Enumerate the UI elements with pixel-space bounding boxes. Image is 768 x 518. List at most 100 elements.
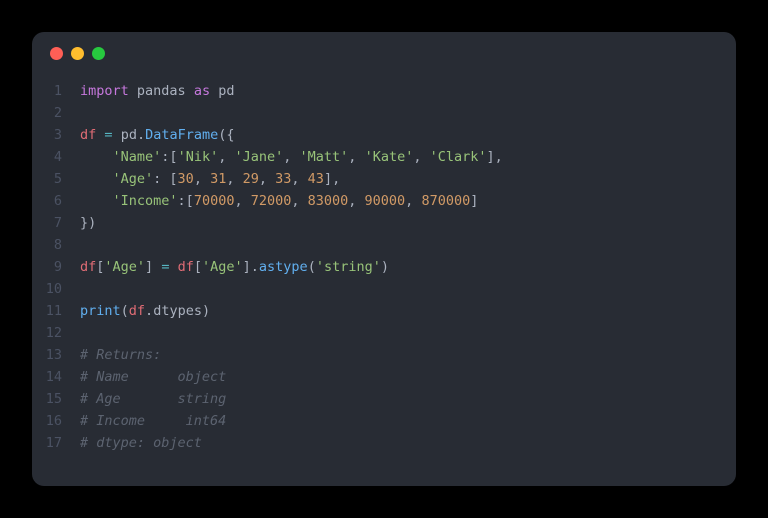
close-icon[interactable] bbox=[50, 47, 63, 60]
code-area: 1import pandas as pd23df = pd.DataFrame(… bbox=[32, 74, 736, 468]
token: , bbox=[348, 193, 364, 209]
code-content: print(df.dtypes) bbox=[80, 300, 210, 322]
token: DataFrame bbox=[145, 127, 218, 143]
token: df bbox=[80, 127, 96, 143]
token: ( bbox=[308, 259, 316, 275]
token: , bbox=[291, 171, 307, 187]
code-line: 1import pandas as pd bbox=[32, 80, 736, 102]
token: astype bbox=[259, 259, 308, 275]
token: 'Age' bbox=[113, 171, 154, 187]
line-number: 1 bbox=[32, 80, 80, 102]
line-number: 11 bbox=[32, 300, 80, 322]
line-number: 6 bbox=[32, 190, 80, 212]
token: print bbox=[80, 303, 121, 319]
token: 'Name' bbox=[113, 149, 162, 165]
line-number: 3 bbox=[32, 124, 80, 146]
token: , bbox=[291, 193, 307, 209]
minimize-icon[interactable] bbox=[71, 47, 84, 60]
token: # dtype: object bbox=[80, 435, 202, 451]
token bbox=[80, 193, 113, 209]
line-number: 15 bbox=[32, 388, 80, 410]
token: pd bbox=[121, 127, 137, 143]
token: , bbox=[259, 171, 275, 187]
code-window: 1import pandas as pd23df = pd.DataFrame(… bbox=[32, 32, 736, 486]
token: ({ bbox=[218, 127, 234, 143]
code-line: 15# Age string bbox=[32, 388, 736, 410]
token bbox=[169, 259, 177, 275]
token: 'Matt' bbox=[300, 149, 349, 165]
code-line: 11print(df.dtypes) bbox=[32, 300, 736, 322]
code-content: # Age string bbox=[80, 388, 226, 410]
line-number: 10 bbox=[32, 278, 80, 300]
token: 90000 bbox=[365, 193, 406, 209]
code-content: # Returns: bbox=[80, 344, 161, 366]
line-number: 5 bbox=[32, 168, 80, 190]
token: 870000 bbox=[421, 193, 470, 209]
code-line: 12 bbox=[32, 322, 736, 344]
code-content: 'Age': [30, 31, 29, 33, 43], bbox=[80, 168, 340, 190]
code-line: 13# Returns: bbox=[32, 344, 736, 366]
token: ]. bbox=[243, 259, 259, 275]
token: ], bbox=[487, 149, 503, 165]
token: 'Clark' bbox=[430, 149, 487, 165]
token: df bbox=[129, 303, 145, 319]
line-number: 14 bbox=[32, 366, 80, 388]
token: }) bbox=[80, 215, 96, 231]
token: 30 bbox=[178, 171, 194, 187]
line-number: 8 bbox=[32, 234, 80, 256]
token: # Returns: bbox=[80, 347, 161, 363]
token: , bbox=[194, 171, 210, 187]
token bbox=[80, 149, 113, 165]
token: , bbox=[283, 149, 299, 165]
token: dtypes bbox=[153, 303, 202, 319]
token: pandas bbox=[137, 83, 186, 99]
code-line: 6 'Income':[70000, 72000, 83000, 90000, … bbox=[32, 190, 736, 212]
token: ) bbox=[202, 303, 210, 319]
token: 33 bbox=[275, 171, 291, 187]
code-content: 'Income':[70000, 72000, 83000, 90000, 87… bbox=[80, 190, 478, 212]
token: df bbox=[80, 259, 96, 275]
token: , bbox=[405, 193, 421, 209]
code-line: 17# dtype: object bbox=[32, 432, 736, 454]
code-line: 7}) bbox=[32, 212, 736, 234]
code-line: 3df = pd.DataFrame({ bbox=[32, 124, 736, 146]
token: 31 bbox=[210, 171, 226, 187]
token: 'Age' bbox=[104, 259, 145, 275]
code-line: 14# Name object bbox=[32, 366, 736, 388]
token: 72000 bbox=[251, 193, 292, 209]
code-content: # Name object bbox=[80, 366, 226, 388]
token: . bbox=[137, 127, 145, 143]
window-titlebar bbox=[32, 32, 736, 74]
code-content: import pandas as pd bbox=[80, 80, 235, 102]
token bbox=[129, 83, 137, 99]
code-line: 5 'Age': [30, 31, 29, 33, 43], bbox=[32, 168, 736, 190]
token: # Income int64 bbox=[80, 413, 226, 429]
token: 43 bbox=[308, 171, 324, 187]
token: 'string' bbox=[316, 259, 381, 275]
token bbox=[113, 127, 121, 143]
line-number: 7 bbox=[32, 212, 80, 234]
code-line: 4 'Name':['Nik', 'Jane', 'Matt', 'Kate',… bbox=[32, 146, 736, 168]
token: 29 bbox=[243, 171, 259, 187]
token: ( bbox=[121, 303, 129, 319]
token: . bbox=[145, 303, 153, 319]
code-content: 'Name':['Nik', 'Jane', 'Matt', 'Kate', '… bbox=[80, 146, 503, 168]
token: import bbox=[80, 83, 129, 99]
token: :[ bbox=[161, 149, 177, 165]
code-line: 16# Income int64 bbox=[32, 410, 736, 432]
token: # Name object bbox=[80, 369, 226, 385]
token: 'Nik' bbox=[178, 149, 219, 165]
token: 'Kate' bbox=[365, 149, 414, 165]
token: , bbox=[348, 149, 364, 165]
maximize-icon[interactable] bbox=[92, 47, 105, 60]
token: :[ bbox=[178, 193, 194, 209]
code-content: df = pd.DataFrame({ bbox=[80, 124, 235, 146]
token: , bbox=[234, 193, 250, 209]
line-number: 16 bbox=[32, 410, 80, 432]
token bbox=[80, 171, 113, 187]
token: as bbox=[194, 83, 210, 99]
token: pd bbox=[218, 83, 234, 99]
code-content: df['Age'] = df['Age'].astype('string') bbox=[80, 256, 389, 278]
line-number: 12 bbox=[32, 322, 80, 344]
line-number: 9 bbox=[32, 256, 80, 278]
